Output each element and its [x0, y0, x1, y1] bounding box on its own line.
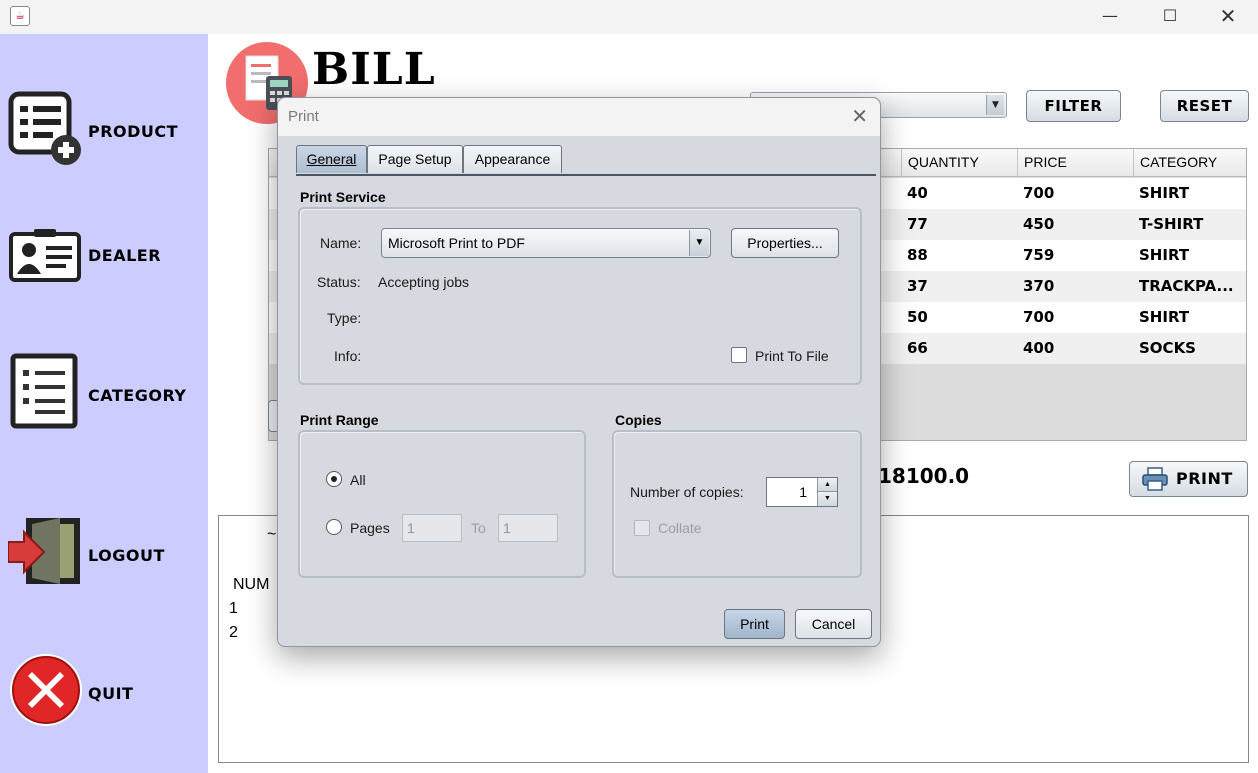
status-value: Accepting jobs	[378, 274, 470, 290]
status-label: Status:	[317, 274, 361, 290]
sidebar-item-product[interactable]: PRODUCT	[0, 90, 208, 180]
tab-label: Appearance	[474, 151, 551, 167]
column-header-quantity[interactable]: QUANTITY	[901, 149, 1017, 177]
printer-name-combobox[interactable]: Microsoft Print to PDF ▼	[381, 228, 711, 258]
dialog-titlebar: Print ✕	[278, 98, 880, 136]
copies-spinner[interactable]: 1 ▲ ▼	[766, 477, 838, 507]
page-from-input[interactable]: 1	[402, 514, 462, 542]
tab-page-setup[interactable]: Page Setup	[367, 145, 463, 173]
print-bill-button[interactable]: PRINT	[1129, 461, 1248, 497]
sidebar-label-category: CATEGORY	[88, 386, 187, 405]
print-range-group	[298, 430, 586, 578]
dialog-title: Print	[288, 108, 319, 125]
product-list-add-icon	[8, 91, 81, 165]
print-range-title: Print Range	[300, 412, 379, 428]
properties-button[interactable]: Properties...	[731, 228, 839, 258]
bill-text-line: ~	[267, 526, 277, 543]
cell-price: 370	[1023, 277, 1055, 295]
cancel-button[interactable]: Cancel	[795, 609, 872, 639]
cell-quantity: 88	[907, 246, 928, 264]
tab-appearance[interactable]: Appearance	[463, 145, 562, 173]
sidebar-item-logout[interactable]: LOGOUT	[0, 514, 208, 604]
copies-value: 1	[799, 484, 807, 500]
print-button-label: PRINT	[1176, 469, 1233, 488]
window-titlebar: ☕ — ☐ ✕	[0, 0, 1258, 34]
print-to-file-checkbox[interactable]	[731, 347, 747, 363]
tab-label: General	[306, 151, 357, 167]
print-all-label: All	[350, 472, 366, 488]
print-service-title: Print Service	[300, 189, 386, 205]
sidebar-item-category[interactable]: CATEGORY	[0, 352, 208, 442]
print-to-file-label: Print To File	[755, 348, 829, 364]
page-to-label: To	[471, 520, 486, 536]
sidebar-label-logout: LOGOUT	[88, 546, 165, 565]
print-confirm-button[interactable]: Print	[724, 609, 785, 639]
cell-category: SHIRT	[1139, 184, 1190, 202]
print-pages-radio[interactable]	[326, 519, 342, 535]
sidebar-label-product: PRODUCT	[88, 122, 179, 141]
cell-price: 759	[1023, 246, 1055, 264]
page-to-input[interactable]: 1	[498, 514, 558, 542]
spinner-up-icon[interactable]: ▲	[817, 478, 837, 492]
cell-quantity: 66	[907, 339, 928, 357]
cell-quantity: 77	[907, 215, 928, 233]
bill-text-line: 1	[229, 600, 238, 617]
cell-category: SHIRT	[1139, 308, 1190, 326]
info-label: Info:	[334, 348, 362, 364]
cell-price: 700	[1023, 184, 1055, 202]
close-icon[interactable]: ✕	[851, 104, 868, 129]
cell-price: 400	[1023, 339, 1055, 357]
filter-button[interactable]: FILTER	[1026, 90, 1121, 122]
cell-price: 450	[1023, 215, 1055, 233]
bill-text-line: 2	[229, 624, 238, 641]
reset-button[interactable]: RESET	[1160, 90, 1249, 122]
collate-checkbox[interactable]	[634, 520, 650, 536]
minimize-button[interactable]: —	[1080, 0, 1140, 34]
chevron-down-icon[interactable]: ▼	[986, 95, 1004, 115]
tab-general[interactable]: General	[296, 145, 367, 173]
print-all-radio[interactable]	[326, 471, 342, 487]
cell-quantity: 40	[907, 184, 928, 202]
cell-category: SOCKS	[1139, 339, 1196, 357]
collate-label: Collate	[658, 520, 702, 536]
cell-price: 700	[1023, 308, 1055, 326]
java-cup-icon: ☕	[10, 6, 30, 26]
tab-label: Page Setup	[378, 151, 452, 167]
quit-x-icon	[10, 654, 82, 726]
printer-icon	[1142, 467, 1168, 491]
page-title: BILL	[312, 44, 436, 95]
number-of-copies-label: Number of copies:	[630, 484, 744, 500]
print-pages-label: Pages	[350, 520, 390, 536]
bill-text-header: NUM	[233, 576, 270, 593]
sidebar-label-dealer: DEALER	[88, 246, 162, 265]
print-dialog: Print ✕ General Page Setup Appearance Pr…	[277, 97, 881, 647]
spinner-down-icon[interactable]: ▼	[817, 492, 837, 506]
sidebar-item-dealer[interactable]: DEALER	[0, 220, 208, 310]
type-label: Type:	[327, 310, 362, 326]
maximize-button[interactable]: ☐	[1140, 0, 1200, 34]
cell-category: T-SHIRT	[1139, 215, 1204, 233]
copies-title: Copies	[615, 412, 662, 428]
sidebar: PRODUCT DEALER CATEGORY LOGOUT QUIT	[0, 34, 208, 773]
bill-total: 18100.0	[878, 464, 970, 488]
category-list-icon	[10, 353, 78, 429]
logout-door-icon	[8, 518, 80, 584]
cell-quantity: 50	[907, 308, 928, 326]
sidebar-label-quit: QUIT	[88, 684, 134, 703]
chevron-down-icon[interactable]: ▼	[689, 230, 709, 256]
printer-name-value: Microsoft Print to PDF	[388, 235, 525, 251]
tab-divider	[296, 174, 876, 176]
column-header-category[interactable]: CATEGORY	[1133, 149, 1246, 177]
cell-category: SHIRT	[1139, 246, 1190, 264]
cell-category: TRACKPA...	[1139, 277, 1234, 295]
close-window-button[interactable]: ✕	[1198, 0, 1258, 34]
column-header-price[interactable]: PRICE	[1017, 149, 1133, 177]
sidebar-item-quit[interactable]: QUIT	[0, 650, 208, 740]
name-label: Name:	[320, 235, 362, 251]
cell-quantity: 37	[907, 277, 928, 295]
dealer-id-card-icon	[9, 229, 81, 282]
